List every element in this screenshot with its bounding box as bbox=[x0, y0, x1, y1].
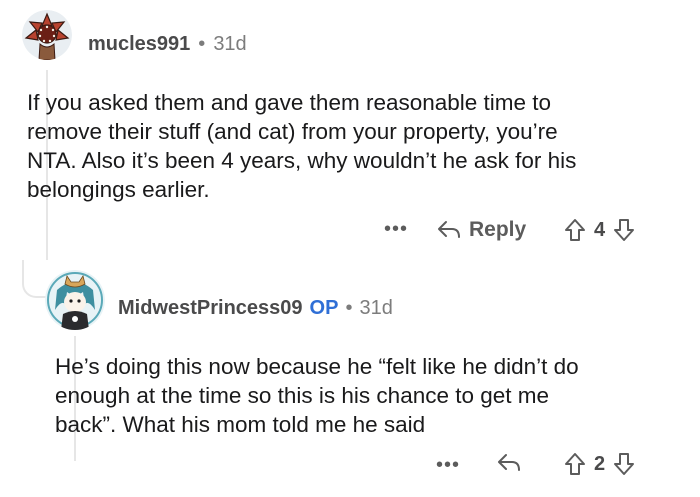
upvote-arrow-icon bbox=[565, 219, 585, 241]
vote-count: 2 bbox=[594, 452, 606, 475]
avatar[interactable] bbox=[22, 10, 72, 60]
vote-count: 4 bbox=[594, 218, 606, 241]
comment-age[interactable]: 31d bbox=[213, 33, 246, 56]
comment-age[interactable]: 31d bbox=[359, 297, 392, 320]
demogorgon-avatar-icon bbox=[22, 10, 72, 60]
comment-body-line: back”. What his mom told me he said bbox=[55, 412, 426, 437]
downvote-arrow-icon bbox=[614, 219, 635, 241]
comment-body-line: remove their stuff (and cat) from your p… bbox=[27, 119, 558, 144]
downvote-button[interactable] bbox=[613, 452, 635, 476]
upvote-button[interactable] bbox=[564, 218, 586, 242]
more-options-button[interactable]: ••• bbox=[436, 454, 460, 477]
reply-button[interactable] bbox=[497, 452, 521, 474]
reply-button[interactable]: Reply bbox=[437, 218, 526, 242]
op-badge: OP bbox=[309, 297, 339, 319]
comment-actions: ••• bbox=[384, 218, 408, 241]
downvote-button[interactable] bbox=[613, 218, 635, 242]
comment-body-line: He’s doing this now because he “felt lik… bbox=[55, 354, 579, 379]
comment-body-line: belongings earlier. bbox=[27, 177, 210, 202]
upvote-button[interactable] bbox=[564, 452, 586, 476]
vote-controls: 2 bbox=[564, 452, 635, 476]
comment-body-line: enough at the time so this is his chance… bbox=[55, 383, 550, 408]
comment-body-line: NTA. Also it’s been 4 years, why wouldn’… bbox=[27, 148, 577, 173]
separator-dot: • bbox=[345, 297, 353, 319]
vote-controls: 4 bbox=[564, 218, 635, 242]
upvote-arrow-icon bbox=[565, 453, 585, 475]
reply-label: Reply bbox=[469, 218, 527, 241]
reply-icon bbox=[438, 221, 460, 238]
comment-body: He’s doing this now because he “felt lik… bbox=[55, 352, 695, 439]
cat-avatar-icon bbox=[45, 270, 105, 330]
reply-icon bbox=[498, 454, 520, 471]
username[interactable]: MidwestPrincess09 bbox=[118, 297, 303, 320]
comment-body: If you asked them and gave them reasonab… bbox=[27, 88, 687, 204]
username[interactable]: mucles991 bbox=[88, 33, 190, 56]
comment-body-line: If you asked them and gave them reasonab… bbox=[27, 90, 552, 115]
downvote-arrow-icon bbox=[614, 453, 635, 475]
avatar[interactable] bbox=[45, 270, 105, 330]
comment-actions: ••• bbox=[436, 454, 460, 477]
separator-dot: • bbox=[198, 33, 206, 55]
more-options-button[interactable]: ••• bbox=[384, 218, 408, 241]
